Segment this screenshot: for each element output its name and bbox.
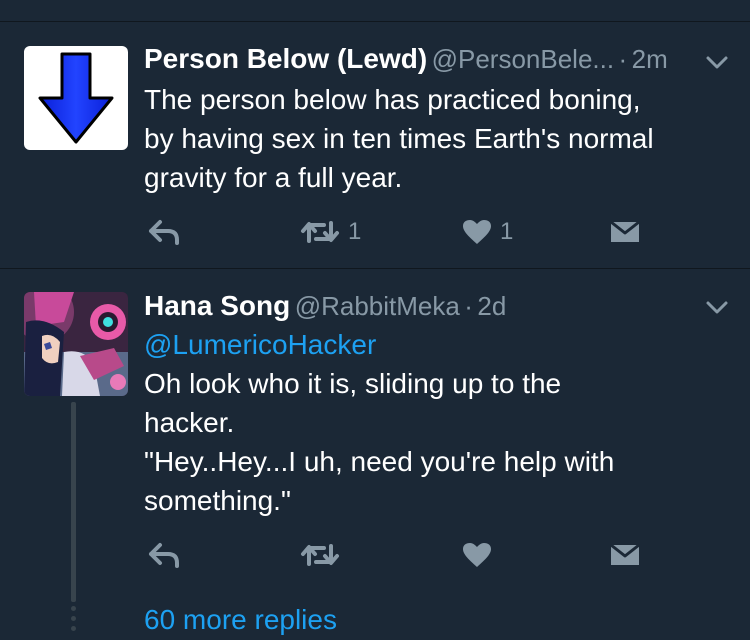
retweet-count: 1 [348, 218, 362, 245]
thread-dots [71, 606, 76, 636]
reply-button[interactable] [148, 214, 180, 250]
timestamp[interactable]: 2d [477, 291, 506, 321]
separator-dot: · [464, 291, 473, 321]
chevron-down-icon[interactable] [704, 294, 730, 320]
direct-message-button[interactable] [610, 214, 640, 250]
handle[interactable]: @RabbitMeka [295, 291, 460, 321]
like-count: 1 [500, 218, 514, 245]
heart-icon [463, 543, 491, 567]
more-replies-link[interactable]: 60 more replies [144, 600, 337, 640]
top-divider [0, 21, 750, 22]
direct-message-button[interactable] [610, 537, 640, 573]
mention-link[interactable]: @LumericoHacker [144, 325, 734, 364]
tweet-text-line: hacker. [144, 407, 235, 438]
display-name[interactable]: Hana Song [144, 290, 290, 321]
anime-character-avatar [24, 292, 128, 396]
tweet-text-line: "Hey..Hey...I uh, need you're help with [144, 446, 615, 477]
like-button[interactable]: 1 [462, 214, 513, 250]
timestamp[interactable]: 2m [632, 44, 668, 74]
tweet-text: The person below has practiced boning, b… [144, 80, 734, 197]
retweet-button[interactable] [300, 537, 348, 573]
tweet-text-line: The person below has practiced boning, [144, 84, 641, 115]
tweet-header: Person Below (Lewd) @PersonBele... · 2m [144, 41, 668, 77]
envelope-icon [610, 220, 640, 242]
avatar[interactable] [24, 46, 128, 150]
retweet-button[interactable]: 1 [300, 214, 361, 250]
reply-icon [149, 220, 179, 245]
tweet-header: Hana Song @RabbitMeka · 2d [144, 288, 506, 324]
reply-button[interactable] [148, 537, 180, 573]
tweet-divider [0, 268, 750, 269]
separator-dot: · [618, 44, 628, 74]
reply-icon [149, 543, 179, 568]
tweet-text: @LumericoHacker Oh look who it is, slidi… [144, 325, 734, 520]
thread-line [71, 402, 76, 602]
tweet-text-line: something." [144, 485, 291, 516]
tweet-text-line: gravity for a full year. [144, 162, 403, 193]
like-button[interactable] [462, 537, 500, 573]
handle[interactable]: @PersonBele... [432, 44, 614, 74]
retweet-icon [301, 544, 339, 566]
retweet-icon [301, 221, 339, 243]
tweet-text-line: by having sex in ten times Earth's norma… [144, 123, 654, 154]
heart-icon [463, 220, 491, 244]
avatar[interactable] [24, 292, 128, 396]
display-name[interactable]: Person Below (Lewd) [144, 43, 427, 74]
chevron-down-icon[interactable] [704, 49, 730, 75]
down-arrow-icon [38, 52, 114, 144]
tweet-text-line: Oh look who it is, sliding up to the [144, 368, 562, 399]
envelope-icon [610, 543, 640, 565]
